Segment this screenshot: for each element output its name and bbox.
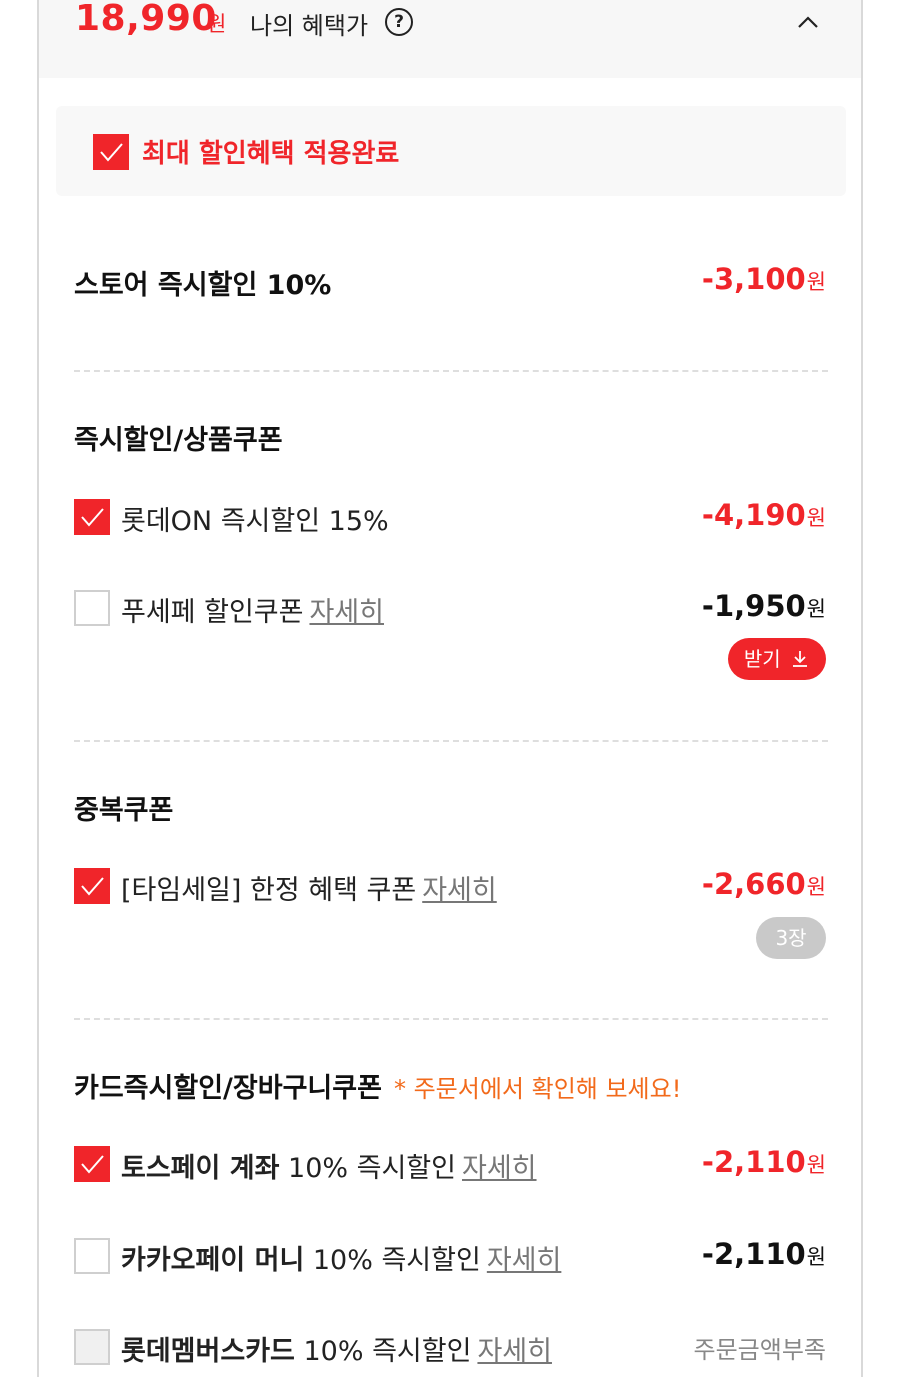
max-benefit-checkbox[interactable] — [93, 134, 129, 170]
check-icon — [81, 1155, 104, 1174]
coupon-amount: -1,950원 — [701, 589, 826, 623]
card-checkbox[interactable] — [74, 1238, 110, 1274]
divider — [74, 740, 828, 742]
coupon-amount: -4,190원 — [701, 498, 826, 532]
section-title-card: 카드즉시할인/장바구니쿠폰 * 주문서에서 확인해 보세요! — [74, 1073, 682, 1104]
card-checkbox[interactable] — [74, 1146, 110, 1182]
insufficient-amount-status: 주문금액부족 — [693, 1336, 826, 1364]
coupon-label: [타임세일] 한정 혜택 쿠폰 자세히 — [121, 875, 497, 906]
section-notice: * 주문서에서 확인해 보세요! — [393, 1075, 682, 1103]
coupon-checkbox[interactable] — [74, 590, 110, 626]
details-link[interactable]: 자세히 — [462, 1153, 537, 1184]
help-icon[interactable]: ? — [385, 8, 413, 36]
coupon-checkbox[interactable] — [74, 499, 110, 535]
benefit-price: 18,990 — [75, 0, 217, 39]
coupon-item-lotteon[interactable]: 롯데ON 즉시할인 15% — [74, 497, 774, 537]
coupon-label: 푸세페 할인쿠폰 자세히 — [121, 597, 384, 628]
card-amount: -2,110원 — [701, 1237, 826, 1271]
card-label: 토스페이 계좌 10% 즉시할인 자세히 — [121, 1153, 537, 1184]
benefit-panel: 18,990 원 나의 혜택가 ? 최대 할인혜택 적용완료 스토어 즉시할인 … — [37, 0, 863, 1377]
section-title-dup: 중복쿠폰 — [74, 795, 174, 826]
card-amount: -2,110원 — [701, 1145, 826, 1179]
card-item-kakaopay[interactable]: 카카오페이 머니 10% 즉시할인 자세히 — [74, 1236, 694, 1276]
benefit-header[interactable]: 18,990 원 나의 혜택가 ? — [39, 0, 861, 78]
card-item-lottemembers[interactable]: 롯데멤버스카드 10% 즉시할인 자세히 — [74, 1327, 694, 1367]
check-icon — [100, 143, 123, 162]
card-checkbox[interactable] — [74, 1329, 110, 1365]
divider — [74, 1018, 828, 1020]
benefit-price-label: 나의 혜택가 — [250, 12, 369, 40]
check-icon — [81, 508, 104, 527]
divider — [74, 370, 828, 372]
card-label: 롯데멤버스카드 10% 즉시할인 자세히 — [121, 1336, 552, 1367]
chevron-up-icon[interactable] — [797, 12, 819, 34]
download-icon — [793, 651, 807, 667]
price-won-unit: 원 — [207, 12, 227, 36]
download-button-label: 받기 — [743, 647, 781, 671]
details-link[interactable]: 자세히 — [309, 597, 384, 628]
coupon-amount: -2,660원 — [701, 867, 826, 901]
details-link[interactable]: 자세히 — [422, 875, 497, 906]
max-benefit-label: 최대 할인혜택 적용완료 — [142, 139, 400, 169]
details-link[interactable]: 자세히 — [487, 1245, 562, 1276]
store-discount-label: 스토어 즉시할인 10% — [74, 270, 332, 301]
coupon-item-pusepe[interactable]: 푸세페 할인쿠폰 자세히 — [74, 588, 674, 628]
card-label: 카카오페이 머니 10% 즉시할인 자세히 — [121, 1245, 562, 1276]
max-benefit-box[interactable]: 최대 할인혜택 적용완료 — [56, 106, 846, 196]
section-title-instant: 즉시할인/상품쿠폰 — [74, 425, 283, 456]
details-link[interactable]: 자세히 — [477, 1336, 552, 1367]
coupon-label: 롯데ON 즉시할인 15% — [121, 506, 389, 537]
download-coupon-button[interactable]: 받기 — [727, 638, 826, 680]
check-icon — [81, 877, 104, 896]
coupon-checkbox[interactable] — [74, 868, 110, 904]
card-item-tosspay[interactable]: 토스페이 계좌 10% 즉시할인 자세히 — [74, 1144, 694, 1184]
coupon-count-badge[interactable]: 3장 — [756, 917, 826, 959]
coupon-item-timesale[interactable]: [타임세일] 한정 혜택 쿠폰 자세히 — [74, 866, 694, 906]
store-discount-amount: -3,100원 — [701, 262, 826, 296]
